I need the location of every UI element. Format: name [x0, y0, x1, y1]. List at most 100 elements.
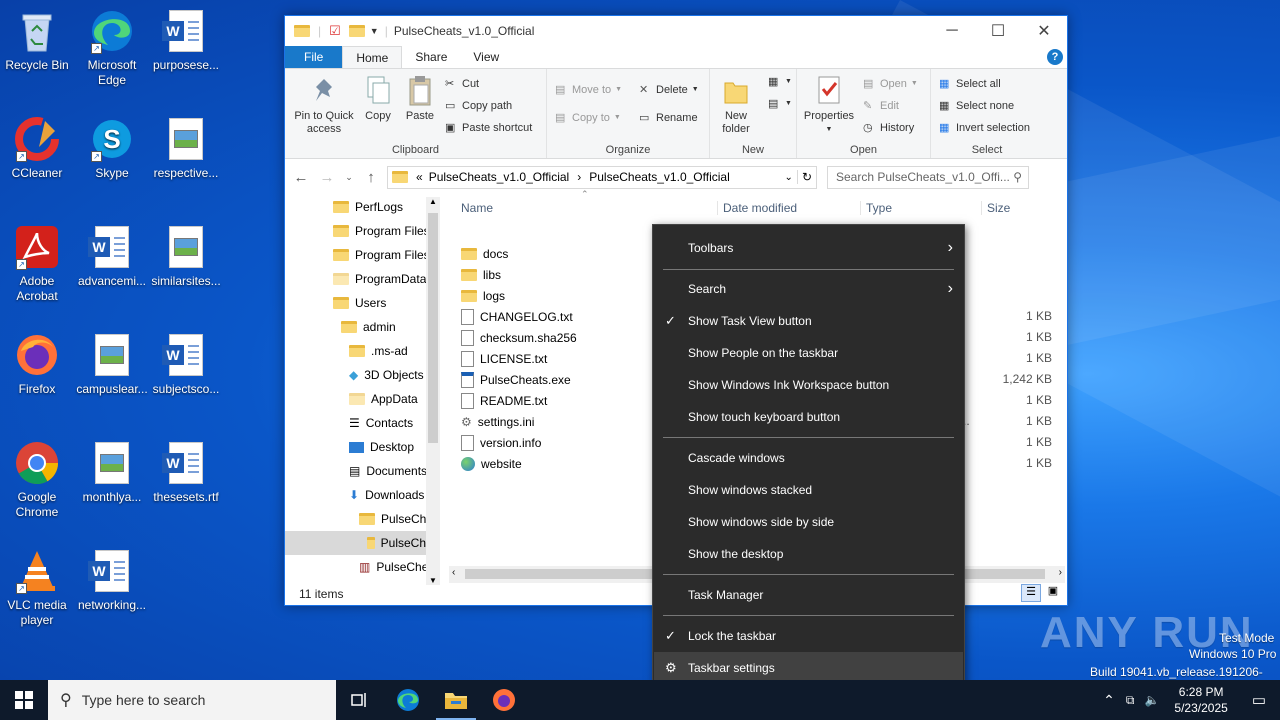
desktop-icon-subjectsco[interactable]: W subjectsco... — [149, 332, 223, 397]
move-to-button[interactable]: ▤ Move to ▼ — [555, 83, 622, 97]
menu-item-windows-side-by-side[interactable]: Show windows side by side — [654, 506, 963, 538]
file-row[interactable]: logs — [461, 285, 505, 306]
nav-item[interactable]: Program Files — [333, 243, 430, 267]
desktop-icon-respective[interactable]: respective... — [149, 116, 223, 181]
file-row[interactable]: docs — [461, 243, 508, 264]
copy-to-button[interactable]: ▤ Copy to ▼ — [555, 111, 621, 125]
desktop-icon-skype[interactable]: S ↗ Skype — [75, 116, 149, 181]
help-icon[interactable]: ? — [1047, 49, 1063, 65]
column-header-name[interactable]: Name — [461, 201, 493, 215]
taskbar-edge-button[interactable] — [384, 680, 432, 720]
menu-item-lock-taskbar[interactable]: ✓ Lock the taskbar — [654, 620, 963, 652]
paste-shortcut-button[interactable]: ▣ Paste shortcut — [445, 121, 532, 135]
clock[interactable]: 6:28 PM 5/23/2025 — [1164, 684, 1237, 716]
nav-item[interactable]: Program Files — [333, 219, 430, 243]
edit-button[interactable]: ✎ Edit — [863, 99, 899, 113]
nav-item[interactable]: ▥ PulseChe — [359, 555, 428, 579]
new-folder-quick-icon[interactable] — [348, 25, 365, 37]
details-view-icon[interactable]: ☰ — [1021, 584, 1041, 602]
menu-item-show-ink-workspace[interactable]: Show Windows Ink Workspace button — [654, 369, 963, 401]
large-icons-view-icon[interactable]: ▣ — [1044, 584, 1062, 602]
desktop-icon-campuslear[interactable]: campuslear... — [75, 332, 149, 397]
task-view-button[interactable] — [336, 680, 384, 720]
search-input[interactable]: Search PulseCheats_v1.0_Offi... ⚲ — [827, 165, 1029, 189]
menu-item-show-touch-keyboard[interactable]: Show touch keyboard button — [654, 401, 963, 433]
recent-locations-icon[interactable]: ⌄ — [343, 172, 355, 183]
menu-item-search[interactable]: Search › — [654, 273, 963, 305]
history-button[interactable]: ◷ History — [863, 121, 914, 135]
taskbar-firefox-button[interactable] — [480, 680, 528, 720]
back-arrow-icon[interactable]: ← — [291, 169, 311, 186]
tab-view[interactable]: View — [460, 46, 512, 68]
nav-item[interactable]: ProgramData — [333, 267, 426, 291]
close-button[interactable]: ✕ — [1021, 16, 1067, 46]
taskbar[interactable]: ⚲ Type here to search ⌃ ⧉ 🔈 6:28 PM 5/23… — [0, 680, 1280, 720]
up-arrow-icon[interactable]: ↑ — [361, 169, 381, 186]
desktop-icon-purposese[interactable]: W purposese... — [149, 8, 223, 73]
forward-arrow-icon[interactable]: → — [317, 169, 337, 186]
desktop-icon-recycle-bin[interactable]: Recycle Bin — [0, 8, 74, 73]
desktop-icon-networking[interactable]: W networking... — [75, 548, 149, 613]
new-folder-button[interactable]: New folder — [712, 75, 760, 136]
rename-button[interactable]: ▭ Rename — [639, 111, 698, 125]
address-dropdown-icon[interactable]: ⌄ — [785, 172, 793, 183]
desktop-icon-google-chrome[interactable]: Google Chrome — [0, 440, 74, 520]
menu-item-show-people[interactable]: Show People on the taskbar — [654, 337, 963, 369]
menu-item-show-desktop[interactable]: Show the desktop — [654, 538, 963, 570]
cut-button[interactable]: ✂ Cut — [445, 77, 479, 91]
breadcrumb-separator-icon[interactable]: › — [577, 170, 581, 184]
properties-quick-icon[interactable]: ☑ — [329, 23, 341, 39]
file-row[interactable]: PulseCheats.exe — [461, 369, 571, 390]
column-header-date[interactable]: Date modified — [717, 201, 797, 215]
nav-item[interactable]: PerfLogs — [333, 195, 403, 219]
select-all-button[interactable]: ▦ Select all — [939, 77, 1001, 91]
refresh-icon[interactable]: ↻ — [796, 170, 816, 184]
pin-to-quick-access-button[interactable]: Pin to Quick access — [289, 75, 359, 136]
desktop-icon-adobe-acrobat[interactable]: ↗ Adobe Acrobat — [0, 224, 74, 304]
taskbar-file-explorer-button[interactable] — [432, 680, 480, 720]
column-header-type[interactable]: Type — [860, 201, 892, 215]
tab-file[interactable]: File — [285, 46, 343, 68]
taskbar-search-input[interactable]: ⚲ Type here to search — [48, 680, 336, 720]
breadcrumb-overflow[interactable]: « — [416, 170, 423, 184]
desktop-icon-similarsites[interactable]: similarsites... — [149, 224, 223, 289]
nav-item[interactable]: ☰ Contacts — [349, 411, 413, 435]
minimize-button[interactable]: ─ — [929, 16, 975, 46]
desktop-icon-vlc[interactable]: ↗ VLC media player — [0, 548, 74, 628]
invert-selection-button[interactable]: ▦ Invert selection — [939, 121, 1030, 135]
file-row[interactable]: version.info — [461, 432, 541, 453]
easy-access-button[interactable]: ▤ ▼ — [768, 97, 792, 110]
desktop-icon-monthlya[interactable]: monthlya... — [75, 440, 149, 505]
start-button[interactable] — [0, 680, 48, 720]
menu-item-task-manager[interactable]: Task Manager — [654, 579, 963, 611]
nav-scrollbar[interactable]: ▲ ▼ — [426, 197, 440, 585]
notification-icon[interactable]: ▭ — [1238, 691, 1280, 709]
file-row[interactable]: checksum.sha256 — [461, 327, 577, 348]
nav-item[interactable]: ◆ 3D Objects — [349, 363, 424, 387]
file-row[interactable]: README.txt — [461, 390, 547, 411]
nav-item[interactable]: Users — [333, 291, 386, 315]
desktop-icon-microsoft-edge[interactable]: ↗ Microsoft Edge — [75, 8, 149, 88]
column-header-size[interactable]: Size — [981, 201, 1010, 215]
open-button[interactable]: ▤ Open ▼ — [863, 77, 918, 91]
new-item-button[interactable]: ▦ ▼ — [768, 75, 792, 88]
desktop-icon-firefox[interactable]: Firefox — [0, 332, 74, 397]
breadcrumb-item[interactable]: PulseCheats_v1.0_Official — [589, 170, 730, 184]
file-row[interactable]: website — [461, 453, 522, 474]
desktop-icon-thesesets[interactable]: W thesesets.rtf — [149, 440, 223, 505]
file-row[interactable]: ⚙ settings.ini — [461, 411, 534, 432]
menu-item-cascade-windows[interactable]: Cascade windows — [654, 442, 963, 474]
desktop-icon-ccleaner[interactable]: ↗ CCleaner — [0, 116, 74, 181]
nav-item[interactable]: admin — [341, 315, 396, 339]
quick-access-dropdown-icon[interactable]: ▼ — [370, 26, 379, 36]
nav-item-selected[interactable]: PulseCh — [285, 531, 426, 555]
nav-item[interactable]: .ms-ad — [349, 339, 408, 363]
tab-share[interactable]: Share — [402, 46, 460, 68]
show-hidden-icons-icon[interactable]: ⌃ — [1097, 692, 1121, 709]
nav-item[interactable]: Desktop — [349, 435, 414, 459]
paste-button[interactable]: Paste — [401, 75, 439, 123]
file-row[interactable]: libs — [461, 264, 501, 285]
nav-item[interactable]: ▤ Documents — [349, 459, 427, 483]
nav-item[interactable]: ⬇ Downloads — [349, 483, 424, 507]
menu-item-show-task-view[interactable]: ✓ Show Task View button — [654, 305, 963, 337]
